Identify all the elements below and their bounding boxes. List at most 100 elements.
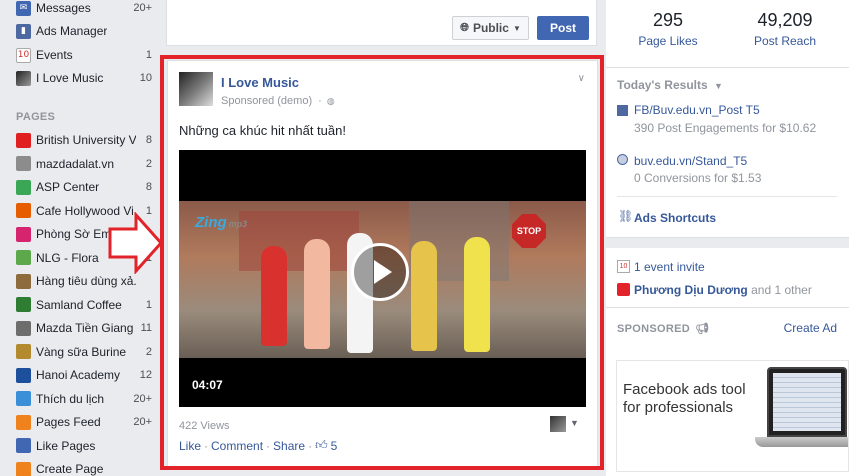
audience-label: Public: [472, 21, 509, 35]
page-name-link[interactable]: I Love Music: [221, 75, 299, 90]
sidebar-item-label: NLG - Flora: [36, 250, 99, 265]
pages-header: PAGES: [16, 111, 56, 123]
sidebar-item-messages[interactable]: ✉ Messages 20+: [0, 0, 160, 18]
page-avatar[interactable]: [179, 72, 213, 106]
sidebar-item-label: Create Page: [36, 462, 104, 476]
sidebar-page-item[interactable]: British University Vi... 8: [0, 130, 160, 150]
birthday-name-link[interactable]: Phương Dịu Dương: [634, 283, 748, 297]
sidebar-item-label: Pages Feed: [36, 415, 101, 429]
sidebar-page-item[interactable]: Samland Coffee 1: [0, 295, 160, 315]
page-icon: [16, 156, 31, 171]
sidebar-page-item[interactable]: ASP Center 8: [0, 177, 160, 197]
divider: [617, 196, 837, 197]
sidebar-page-item[interactable]: Hàng tiêu dùng xả...: [0, 271, 160, 291]
sponsored-post: I Love Music Sponsored (demo) · ◍ ∨ Nhữn…: [167, 60, 598, 468]
pointer-arrow-icon: [108, 212, 164, 274]
sidebar-item-count: 20+: [133, 392, 152, 405]
laptop-screen: [767, 367, 847, 437]
stat-page-likes[interactable]: 295 Page Likes: [613, 10, 723, 48]
event-invite-link[interactable]: 1 event invite: [634, 260, 705, 274]
sponsored-text: Sponsored (demo): [221, 95, 313, 107]
results-title-text: Today's Results: [617, 78, 708, 92]
sidebar-item-events[interactable]: 10 Events 1: [0, 45, 160, 65]
page-icon: [16, 226, 31, 242]
events-box: 10 1 event invite Phương Dịu Dương and 1…: [606, 248, 849, 308]
page-stats: 295 Page Likes 49,209 Post Reach: [606, 0, 849, 68]
zing-logo: Zing mp3: [195, 214, 247, 231]
sidebar-page-item[interactable]: Vàng sữa Burine 2: [0, 342, 160, 362]
sponsored-title: SPONSORED 📢︎: [617, 322, 710, 335]
result-link-1[interactable]: FB/Buv.edu.vn_Post T5: [634, 103, 760, 117]
like-link[interactable]: Like: [179, 439, 201, 453]
result-sub-2: 0 Conversions for $1.53: [634, 171, 762, 185]
sidebar-item-ads-manager[interactable]: ▮ Ads Manager: [0, 21, 160, 41]
audience-selector-button[interactable]: 🌐︎ Public ▼: [452, 16, 529, 40]
page-icon: [16, 297, 31, 312]
sidebar-item-count: 20+: [133, 2, 152, 14]
right-column: 295 Page Likes 49,209 Post Reach Today's…: [606, 0, 849, 476]
sponsored-title-text: SPONSORED: [617, 323, 690, 335]
share-link[interactable]: Share: [273, 439, 305, 453]
sidebar-page-item[interactable]: Mazda Tiền Giang 11: [0, 318, 160, 338]
ad-image[interactable]: Facebook ads tool for professionals: [616, 360, 849, 472]
sidebar-item-label: Hàng tiêu dùng xả...: [36, 274, 136, 288]
sidebar-page-item[interactable]: Hanoi Academy 12: [0, 365, 160, 385]
comment-link[interactable]: Comment: [211, 439, 263, 453]
sidebar-item-label: British University Vi...: [36, 133, 136, 147]
stat-post-reach[interactable]: 49,209 Post Reach: [730, 10, 840, 48]
post-text: Những ca khúc hit nhất tuần!: [179, 123, 346, 138]
like-count[interactable]: 5: [331, 439, 338, 453]
page-icon: [16, 367, 31, 383]
sidebar-page-item[interactable]: Like Pages: [0, 436, 160, 456]
dancer-figure: [464, 237, 490, 352]
page-icon: [16, 203, 31, 218]
sidebar-item-label: mazdadalat.vn: [36, 156, 115, 171]
sidebar-item-label: I Love Music: [36, 71, 104, 85]
chevron-down-icon[interactable]: ▼: [570, 418, 579, 428]
share-as-avatar[interactable]: [550, 416, 566, 432]
sidebar-item-label: Like Pages: [36, 438, 96, 453]
results-title: Today's Results ▼: [617, 78, 723, 92]
page-icon: [16, 344, 31, 359]
sidebar-item-label: Events: [36, 48, 73, 62]
page-icon: [16, 132, 31, 148]
page-icon: [16, 273, 31, 289]
sidebar-item-count: 8: [145, 181, 152, 193]
page-icon: [16, 391, 31, 406]
page-icon: [16, 320, 31, 336]
sidebar-page-item[interactable]: mazdadalat.vn 2: [0, 154, 160, 174]
stat-label: Post Reach: [753, 34, 817, 48]
dancer-figure: [304, 239, 330, 349]
sidebar-item-label: Vàng sữa Burine: [36, 344, 127, 359]
play-button[interactable]: [351, 243, 409, 301]
todays-results: Today's Results ▼ FB/Buv.edu.vn_Post T5 …: [606, 68, 849, 238]
campaign-icon: [617, 105, 628, 116]
events-icon: 10: [16, 47, 31, 63]
sidebar-page-item[interactable]: Create Page: [0, 459, 160, 476]
dancer-figure: [411, 241, 437, 351]
stat-value: 49,209: [757, 10, 813, 30]
sidebar-page-item[interactable]: Pages Feed 20+: [0, 412, 160, 432]
post-options-chevron-icon[interactable]: ∨: [578, 73, 585, 84]
birthday-rest[interactable]: and 1 other: [751, 283, 812, 297]
ad-headline: Facebook ads tool for professionals: [623, 381, 746, 416]
link-icon: ⛓︎: [618, 209, 634, 223]
sidebar-item-count: 1: [145, 49, 152, 61]
stat-label: Page Likes: [638, 34, 698, 48]
video-duration: 04:07: [192, 378, 223, 392]
brick-wall: [239, 211, 359, 271]
chevron-down-icon[interactable]: ▼: [714, 81, 723, 91]
gift-icon: [617, 283, 630, 296]
page-icon: [16, 179, 31, 195]
video-player[interactable]: Zing mp3 STOP 04:07: [179, 150, 586, 407]
post-button[interactable]: Post: [537, 16, 589, 40]
create-ad-link[interactable]: Create Ad: [784, 321, 837, 335]
ads-shortcuts-link[interactable]: Ads Shortcuts: [634, 211, 716, 225]
result-link-2[interactable]: buv.edu.vn/Stand_T5: [634, 154, 747, 168]
sponsored-label: Sponsored (demo) · ◍: [221, 95, 335, 107]
pages-feed-icon: [16, 414, 31, 430]
sidebar-page-item[interactable]: Thích du lịch 20+: [0, 389, 160, 409]
sidebar-item-label: Thích du lịch: [36, 391, 105, 406]
sidebar-item-label: Hanoi Academy: [36, 368, 121, 382]
sidebar-item-i-love-music[interactable]: I Love Music 10: [0, 68, 160, 88]
